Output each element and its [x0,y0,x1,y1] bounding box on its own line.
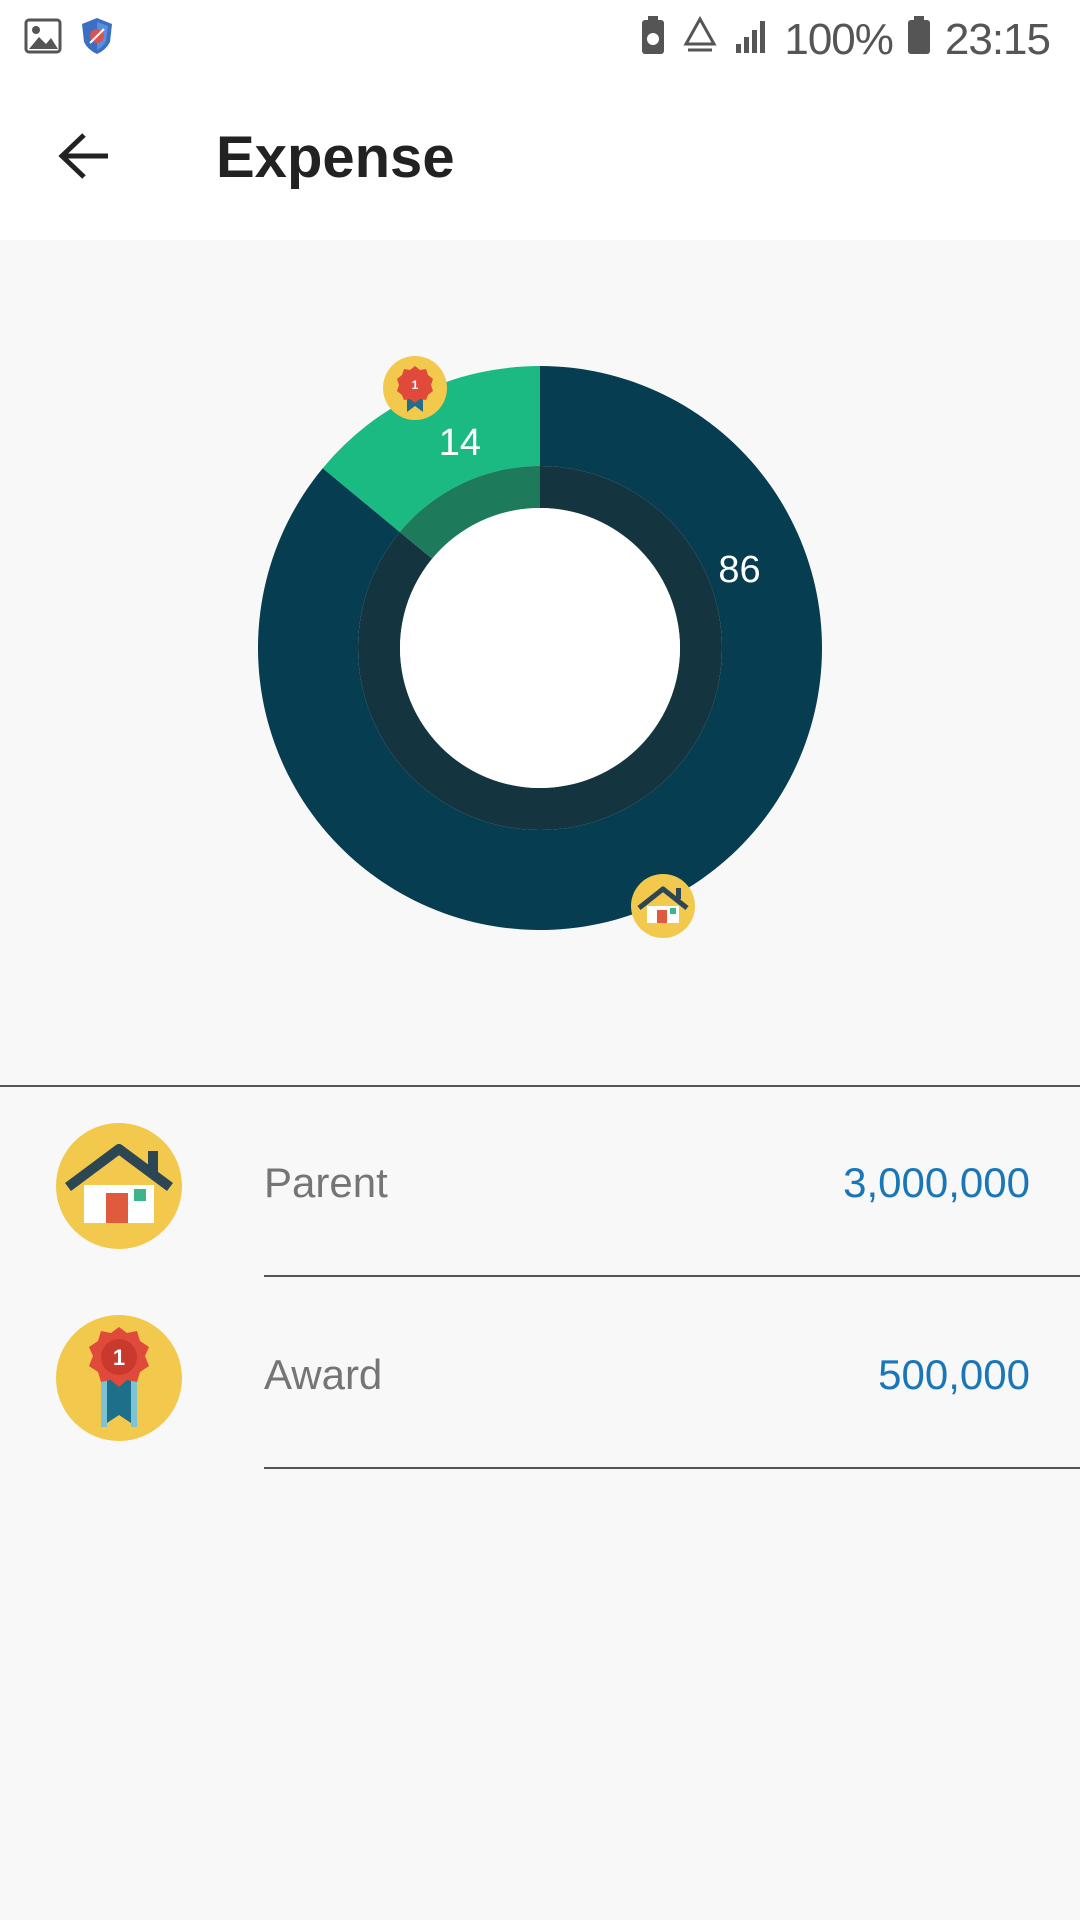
slice-value-label: 86 [718,549,760,591]
expense-donut-chart: 86 14 1 [0,240,1080,1086]
clock: 23:15 [944,15,1051,64]
shield-icon [80,16,114,61]
battery-icon [907,15,931,66]
svg-text:1: 1 [113,1345,125,1370]
row-divider [264,1467,1080,1469]
house-icon [631,874,695,938]
list-item-parent[interactable]: Parent 3,000,000 [0,1087,1080,1277]
list-item-label: Award [264,1351,383,1398]
row-divider [264,1275,1080,1277]
recycle-icon [680,15,720,65]
list-item-label: Parent [264,1159,388,1206]
page-title: Expense [216,125,455,190]
list-item-amount: 3,000,000 [843,1159,1030,1206]
donut-hole [400,508,680,788]
svg-text:1: 1 [412,378,419,392]
battery-saver-icon [640,15,666,66]
slice-value-label: 14 [439,422,481,464]
list-item-amount: 500,000 [878,1351,1030,1398]
signal-icon [734,15,770,65]
app-bar: Expense [0,78,1080,240]
status-bar: 100% 23:15 [0,0,1080,78]
medal-icon: 1 [383,356,447,420]
house-icon [56,1123,182,1249]
image-icon [24,18,62,59]
back-button[interactable] [40,120,130,196]
battery-percent: 100% [784,15,894,64]
arrow-back-icon [58,132,112,185]
medal-icon: 1 [56,1315,182,1441]
donut-chart-svg: 86 14 1 [257,356,822,938]
list-item-award[interactable]: 1 Award 500,000 [0,1279,1080,1469]
